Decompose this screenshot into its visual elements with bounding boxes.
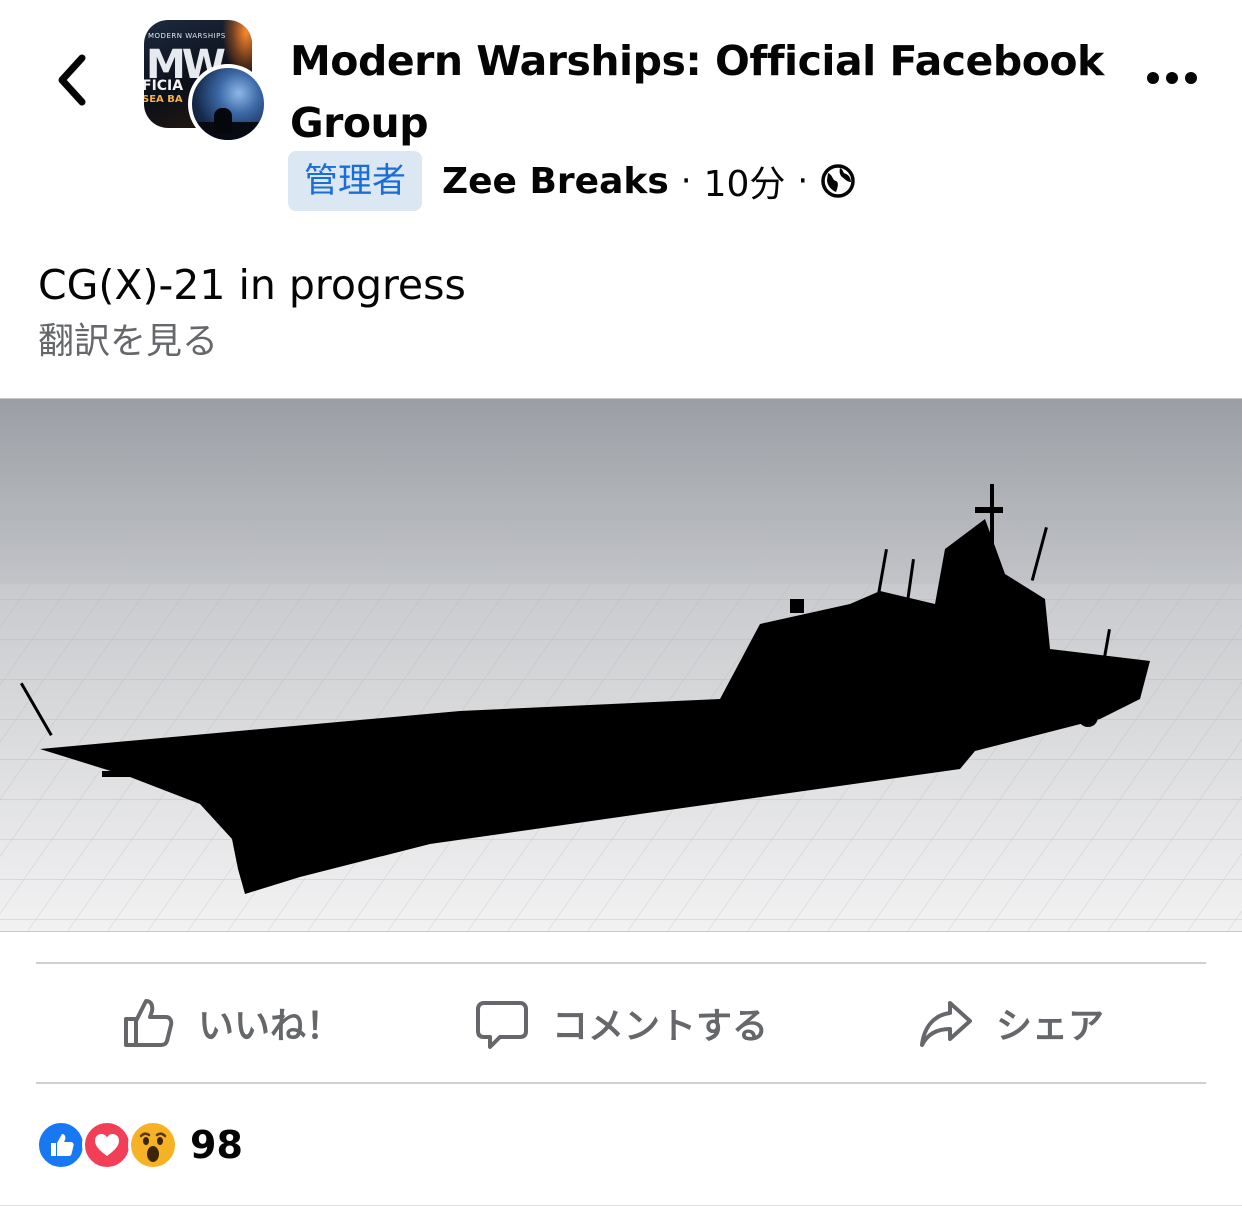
actions-divider-top bbox=[36, 962, 1206, 964]
post-header: MODERN WARSHIPS MW FICIA SEA BA Modern W… bbox=[0, 0, 1242, 230]
globe-icon[interactable] bbox=[820, 163, 856, 199]
thumbs-up-icon bbox=[123, 999, 174, 1047]
love-reaction-icon bbox=[82, 1120, 132, 1170]
post-actions-bar: いいね！ コメントする シェア bbox=[36, 966, 1206, 1080]
avatar-text-mid2: SEA BA bbox=[144, 94, 183, 105]
like-label: いいね！ bbox=[197, 1006, 342, 1047]
avatar-figure bbox=[214, 108, 232, 134]
more-options-button[interactable] bbox=[1140, 56, 1204, 100]
avatar-text-top: MODERN WARSHIPS bbox=[148, 32, 226, 40]
comment-label: コメントする bbox=[551, 1006, 768, 1047]
share-arrow-icon bbox=[919, 1001, 972, 1047]
comment-bubble-icon bbox=[475, 1001, 528, 1049]
post-timestamp[interactable]: 10分 bbox=[704, 155, 786, 207]
post-bottom-divider bbox=[0, 1205, 1242, 1206]
reaction-count: 98 bbox=[190, 1123, 243, 1167]
see-translation-link[interactable]: 翻訳を見る bbox=[38, 318, 218, 366]
wow-reaction-icon bbox=[128, 1120, 178, 1170]
actions-divider-bottom bbox=[36, 1082, 1206, 1084]
admin-badge: 管理者 bbox=[288, 151, 422, 211]
more-dots-icon bbox=[1147, 72, 1197, 84]
avatar-text-mid: FICIA bbox=[144, 78, 184, 94]
share-label: シェア bbox=[995, 1006, 1104, 1047]
post-meta: 管理者 Zee Breaks · 10分 · bbox=[288, 151, 856, 211]
meta-separator: · bbox=[680, 161, 692, 201]
post-image[interactable] bbox=[0, 398, 1242, 932]
author-avatar[interactable] bbox=[188, 64, 268, 144]
like-button[interactable]: いいね！ bbox=[36, 966, 426, 1080]
comment-button[interactable]: コメントする bbox=[426, 966, 816, 1080]
reactions-summary[interactable]: 98 bbox=[36, 1118, 243, 1172]
chevron-left-icon bbox=[58, 54, 86, 106]
share-button[interactable]: シェア bbox=[816, 966, 1206, 1080]
meta-separator: · bbox=[797, 161, 809, 201]
post-body-text: CG(X)-21 in progress bbox=[38, 261, 466, 309]
back-button[interactable] bbox=[40, 44, 104, 116]
group-name-link[interactable]: Modern Warships: Official Facebook Group bbox=[290, 30, 1110, 154]
author-name-link[interactable]: Zee Breaks bbox=[442, 161, 669, 202]
warship-render-image bbox=[0, 399, 1242, 931]
like-reaction-icon bbox=[36, 1120, 86, 1170]
